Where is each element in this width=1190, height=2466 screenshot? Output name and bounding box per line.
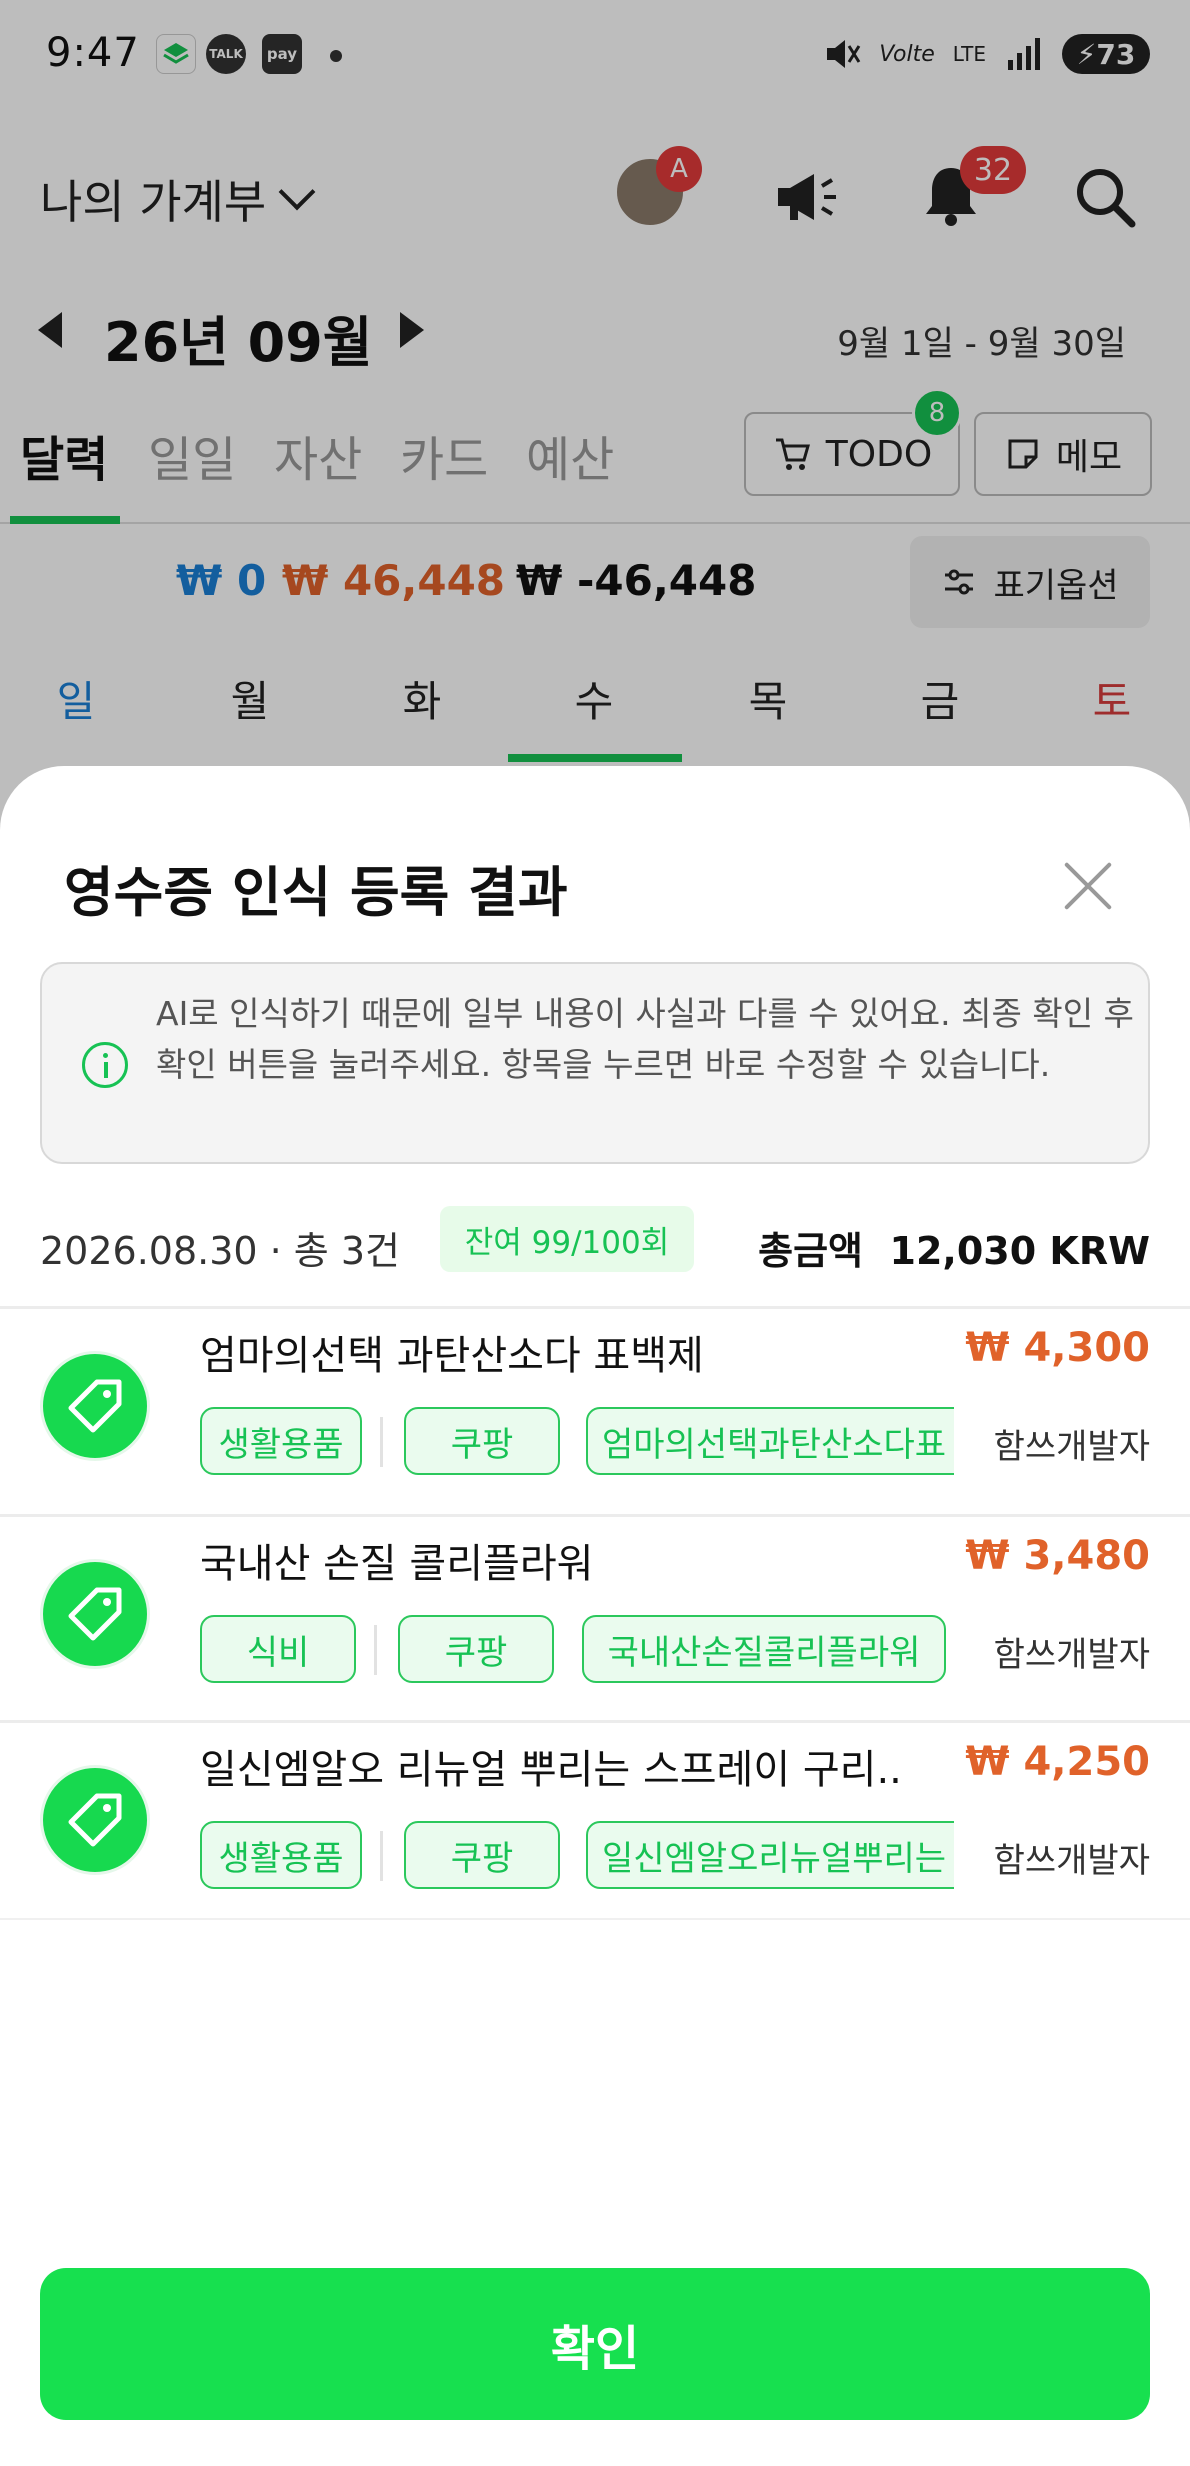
confirm-button[interactable]: 확인 [40, 2268, 1150, 2420]
receipt-date-count: 2026.08.30 · 총 3건 [40, 1229, 400, 1273]
receipt-item[interactable]: 국내산 손질 콜리플라워 ₩ 3,480 식비 쿠팡 국내산손질콜리플라워 함쓰… [0, 1514, 1190, 1714]
store-chip[interactable]: 쿠팡 [404, 1821, 560, 1889]
tag-icon [40, 1765, 150, 1875]
item-user: 함쓰개발자 [993, 1635, 1150, 1675]
receipt-item[interactable]: 일신엠알오 리뉴얼 뿌리는 스프레이 구리.. ₩ 4,250 생활용품 쿠팡 … [0, 1720, 1190, 1920]
item-price: ₩ 4,250 [965, 1739, 1150, 1785]
store-chip[interactable]: 쿠팡 [404, 1407, 560, 1475]
category-chip[interactable]: 생활용품 [200, 1821, 362, 1889]
item-title: 엄마의선택 과탄산소다 표백제 [200, 1333, 704, 1379]
item-price: ₩ 3,480 [965, 1533, 1150, 1579]
memo-chip[interactable]: 국내산손질콜리플라워 [582, 1615, 946, 1683]
total-amount: 총금액 12,030 KRW [758, 1220, 1150, 1275]
item-user: 함쓰개발자 [993, 1427, 1150, 1467]
store-chip[interactable]: 쿠팡 [398, 1615, 554, 1683]
ai-notice-box: AI로 인식하기 때문에 일부 내용이 사실과 다를 수 있어요. 최종 확인 … [40, 962, 1150, 1164]
item-chips: 생활용품 쿠팡 엄마의선택과탄산소다표 [200, 1407, 954, 1477]
receipt-item[interactable]: 엄마의선택 과탄산소다 표백제 ₩ 4,300 생활용품 쿠팡 엄마의선택과탄산… [0, 1306, 1190, 1506]
item-price: ₩ 4,300 [965, 1325, 1150, 1371]
chip-divider [380, 1831, 383, 1881]
item-title: 일신엠알오 리뉴얼 뿌리는 스프레이 구리.. [200, 1747, 902, 1793]
total-value: 12,030 KRW [889, 1229, 1151, 1273]
item-user: 함쓰개발자 [993, 1841, 1150, 1881]
memo-chip[interactable]: 엄마의선택과탄산소다표 [586, 1407, 954, 1475]
notice-text: AI로 인식하기 때문에 일부 내용이 사실과 다를 수 있어요. 최종 확인 … [156, 994, 1134, 1084]
close-icon[interactable] [1050, 850, 1126, 926]
remaining-count-badge: 잔여 99/100회 [440, 1206, 694, 1272]
category-chip[interactable]: 식비 [200, 1615, 356, 1683]
chip-divider [374, 1625, 377, 1675]
tag-icon [40, 1351, 150, 1461]
chip-divider [380, 1417, 383, 1467]
memo-chip[interactable]: 일신엠알오리뉴얼뿌리는 [586, 1821, 954, 1889]
tag-icon [40, 1559, 150, 1669]
category-chip[interactable]: 생활용품 [200, 1407, 362, 1475]
info-icon [82, 1042, 128, 1088]
item-chips: 생활용품 쿠팡 일신엠알오리뉴얼뿌리는 [200, 1821, 954, 1891]
total-label: 총금액 [758, 1229, 864, 1273]
item-chips: 식비 쿠팡 국내산손질콜리플라워 [200, 1615, 954, 1685]
summary-row: 2026.08.30 · 총 3건 잔여 99/100회 총금액 12,030 … [0, 1206, 1190, 1278]
item-title: 국내산 손질 콜리플라워 [200, 1541, 594, 1587]
sheet-title: 영수증 인식 등록 결과 [64, 861, 568, 924]
receipt-result-sheet: 영수증 인식 등록 결과 AI로 인식하기 때문에 일부 내용이 사실과 다를 … [0, 766, 1190, 2466]
